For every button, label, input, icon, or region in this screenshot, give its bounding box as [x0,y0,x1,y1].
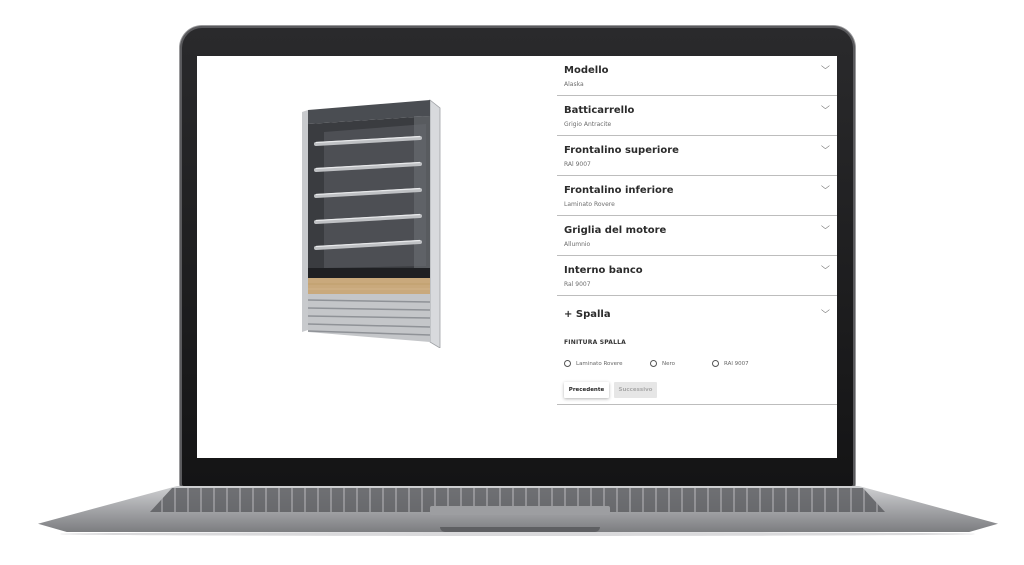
accordion-value: RAl 9007 [564,161,591,168]
accordion-title: Griglia del motore [564,225,667,236]
radio-label: Laminato Rovere [576,360,623,367]
accordion-item-modello[interactable]: Modello Alaska ⌵ [557,56,837,96]
radio-label: Nero [662,360,676,367]
radio-unchecked-icon[interactable] [712,360,719,367]
chevron-down-icon[interactable]: ⌵ [821,182,830,192]
finitura-spalla-label: FINITURA SPALLA [564,339,627,346]
accordion-item-interno-banco[interactable]: Interno banco Ral 9007 ⌵ [557,256,837,296]
configurator-panel: Modello Alaska ⌵ Batticarrello Grigio An… [557,56,837,405]
accordion-value: Alaska [564,81,584,88]
accordion-item-spalla: + Spalla ⌵ FINITURA SPALLA Laminato Rove… [557,296,837,405]
radio-unchecked-icon[interactable] [564,360,571,367]
accordion-value: Laminato Rovere [564,201,615,208]
radio-option-laminato-rovere[interactable]: Laminato Rovere [564,360,623,367]
accordion-title: Frontalino superiore [564,145,679,156]
finitura-radio-group: Laminato Rovere Nero RAl 9007 [564,360,824,372]
accordion-value: Allumnio [564,241,591,248]
accordion-title: Frontalino inferiore [564,185,674,196]
radio-option-ral-9007[interactable]: RAl 9007 [712,360,749,367]
next-button[interactable]: Successivo [614,382,657,398]
chevron-down-icon[interactable]: ⌵ [821,306,830,316]
radio-option-nero[interactable]: Nero [650,360,675,367]
product-image [302,99,441,348]
laptop-trackpad [430,506,610,515]
accordion-item-frontalino-inferiore[interactable]: Frontalino inferiore Laminato Rovere ⌵ [557,176,837,216]
chevron-down-icon[interactable]: ⌵ [821,142,830,152]
chevron-down-icon[interactable]: ⌵ [821,222,830,232]
laptop-shadow [60,532,975,536]
chevron-down-icon[interactable]: ⌵ [821,262,830,272]
screen: Modello Alaska ⌵ Batticarrello Grigio An… [197,56,837,458]
accordion-title: Interno banco [564,265,643,276]
accordion-title[interactable]: + Spalla [564,309,611,320]
accordion-item-batticarrello[interactable]: Batticarrello Grigio Antracite ⌵ [557,96,837,136]
chevron-down-icon[interactable]: ⌵ [821,102,830,112]
radio-label: RAl 9007 [724,360,749,367]
chevron-down-icon[interactable]: ⌵ [821,62,830,72]
radio-unchecked-icon[interactable] [650,360,657,367]
accordion-value: Grigio Antracite [564,121,612,128]
accordion-title: Batticarrello [564,105,635,116]
accordion-title: Modello [564,65,609,76]
accordion-item-frontalino-superiore[interactable]: Frontalino superiore RAl 9007 ⌵ [557,136,837,176]
accordion-value: Ral 9007 [564,281,591,288]
accordion-item-griglia-motore[interactable]: Griglia del motore Allumnio ⌵ [557,216,837,256]
previous-button[interactable]: Precedente [564,382,609,398]
